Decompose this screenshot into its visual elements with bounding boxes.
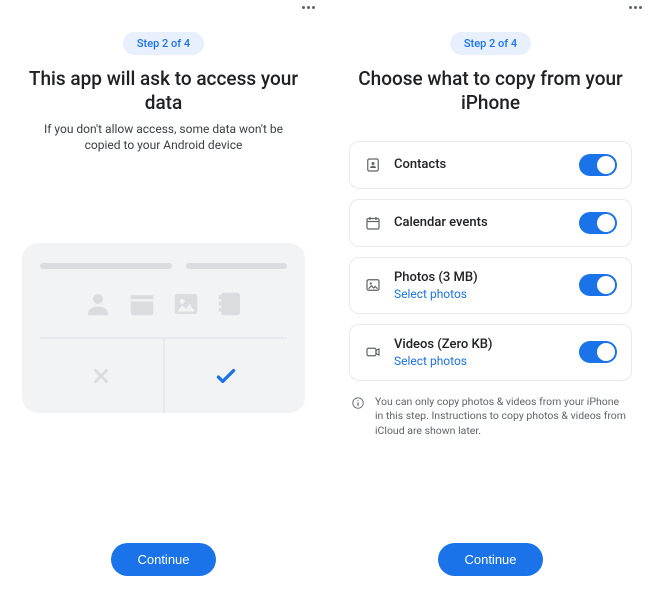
person-icon [83, 289, 113, 319]
item-photos[interactable]: Photos (3 MB) Select photos [349, 257, 632, 314]
permission-illustration [22, 243, 305, 413]
select-videos-link[interactable]: Select photos [394, 354, 567, 368]
calendar-icon [364, 214, 382, 232]
contacts-book-icon [215, 289, 245, 319]
allow-illustration-icon [165, 339, 288, 413]
page-subtitle: If you don't allow access, some data won… [22, 121, 305, 153]
toggle-photos[interactable] [579, 274, 617, 296]
toggle-videos[interactable] [579, 341, 617, 363]
video-icon [364, 343, 382, 361]
item-videos[interactable]: Videos (Zero KB) Select photos [349, 324, 632, 381]
contacts-icon [364, 156, 382, 174]
item-label: Photos (3 MB) [394, 270, 567, 285]
screen-right-choose-copy: Step 2 of 4 Choose what to copy from you… [327, 0, 654, 594]
page-title: This app will ask to access your data [22, 67, 305, 115]
deny-illustration-icon [40, 339, 165, 413]
toggle-contacts[interactable] [579, 154, 617, 176]
photo-icon [364, 276, 382, 294]
info-note: You can only copy photos & videos from y… [349, 395, 632, 439]
continue-button[interactable]: Continue [438, 543, 542, 576]
toggle-calendar[interactable] [579, 212, 617, 234]
page-title: Choose what to copy from your iPhone [349, 67, 632, 115]
item-calendar[interactable]: Calendar events [349, 199, 632, 247]
step-badge: Step 2 of 4 [450, 32, 531, 55]
select-photos-link[interactable]: Select photos [394, 287, 567, 301]
item-contacts[interactable]: Contacts [349, 141, 632, 189]
item-label: Calendar events [394, 215, 567, 230]
info-note-text: You can only copy photos & videos from y… [375, 395, 630, 439]
continue-button[interactable]: Continue [111, 543, 215, 576]
info-icon [351, 396, 365, 410]
item-label: Videos (Zero KB) [394, 337, 567, 352]
screen-left-access-prompt: Step 2 of 4 This app will ask to access … [0, 0, 327, 594]
more-icon[interactable] [302, 6, 315, 9]
copy-items-list: Contacts Calendar events Photos (3 MB) S… [349, 141, 632, 381]
calendar-icon [127, 289, 157, 319]
photo-icon [171, 289, 201, 319]
step-badge: Step 2 of 4 [123, 32, 204, 55]
more-icon[interactable] [629, 6, 642, 9]
item-label: Contacts [394, 157, 567, 172]
